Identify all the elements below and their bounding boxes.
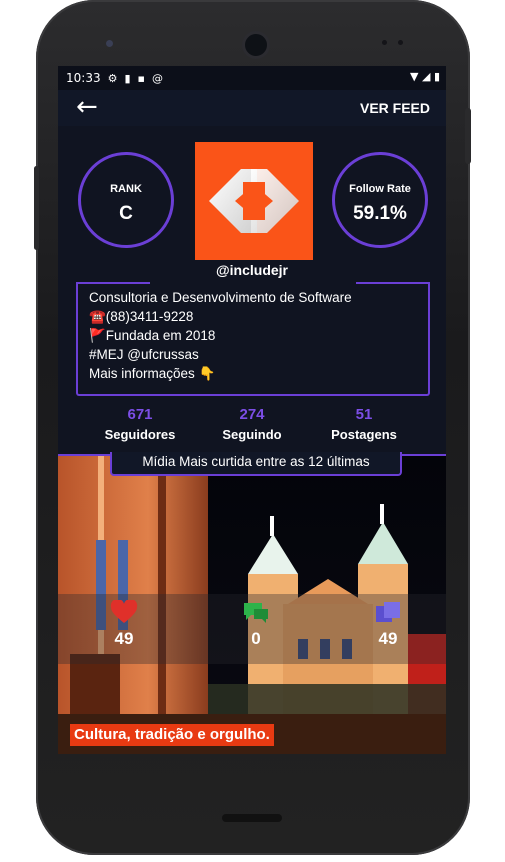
follow-rate-circle: Follow Rate 59.1% <box>332 152 428 248</box>
status-time: 10:33 <box>66 71 101 85</box>
profile-logo <box>195 142 313 260</box>
rank-circle: RANK C <box>78 152 174 248</box>
sim-icon: ▮ <box>124 71 131 85</box>
bio-line: ☎️(88)3411-9228 <box>89 309 194 324</box>
stat-postagens[interactable]: 51 Postagens <box>314 406 414 442</box>
follow-rate-value: 59.1% <box>353 203 407 224</box>
back-arrow-icon[interactable]: ← <box>76 94 98 120</box>
stat-number: 671 <box>127 406 153 423</box>
saves-stat: 49 <box>358 600 418 649</box>
rank-label: RANK <box>110 183 142 195</box>
sdcard-icon: ▪ <box>137 71 145 85</box>
stat-seguidores[interactable]: 671 Seguidores <box>90 406 190 442</box>
battery-icon: ▮ <box>433 70 440 83</box>
stat-number: 274 <box>239 406 265 423</box>
app-screen: 10:33 ⚙ ▮ ▪ @ ▼ ◢ ▮ ← VER FEED RANK C Fo… <box>58 66 446 754</box>
bio-line: Mais informações 👇 <box>89 366 216 381</box>
sensor <box>106 40 113 47</box>
rank-value: C <box>119 203 133 224</box>
top-media-post[interactable]: 49 0 49 Cultura, tradição e orgulho. <box>58 454 446 754</box>
bio-line: Consultoria e Desenvolvimento de Softwar… <box>89 290 352 305</box>
sensor-right-1 <box>382 40 387 45</box>
code-brackets-icon <box>209 169 299 233</box>
at-icon: @ <box>152 71 163 85</box>
stat-label: Seguidores <box>104 427 176 442</box>
stat-label: Postagens <box>331 427 397 442</box>
follow-rate-label: Follow Rate <box>349 183 411 195</box>
media-caption: Cultura, tradição e orgulho. <box>70 724 274 746</box>
comments-stat: 0 <box>226 600 286 649</box>
save-icon <box>376 602 400 622</box>
volume-button <box>34 166 39 250</box>
app-bar: ← VER FEED <box>58 90 446 126</box>
status-right: ▼ ◢ ▮ <box>410 70 440 83</box>
heart-icon <box>110 598 138 623</box>
stat-number: 51 <box>355 406 373 423</box>
comment-icon <box>244 603 268 623</box>
status-bar: 10:33 ⚙ ▮ ▪ @ ▼ ◢ ▮ <box>58 66 446 90</box>
stat-seguindo[interactable]: 274 Seguindo <box>202 406 302 442</box>
bottom-speaker <box>222 814 282 822</box>
comments-count: 0 <box>251 629 261 648</box>
power-button <box>465 108 471 164</box>
wifi-icon: ▼ <box>410 70 419 83</box>
bio-line: #MEJ @ufcrussas <box>89 347 199 362</box>
gear-icon: ⚙ <box>107 71 118 85</box>
sensor-right-2 <box>398 40 403 45</box>
likes-stat: 49 <box>94 598 154 649</box>
saves-count: 49 <box>378 629 398 648</box>
signal-icon: ◢ <box>421 70 431 83</box>
bio-line: 🚩Fundada em 2018 <box>89 328 216 343</box>
likes-count: 49 <box>114 629 134 648</box>
top-media-banner: Mídia Mais curtida entre as 12 últimas <box>110 452 402 476</box>
stat-label: Seguindo <box>222 427 282 442</box>
profile-handle: @includejr <box>216 262 288 278</box>
bio-box: Consultoria e Desenvolvimento de Softwar… <box>76 282 430 396</box>
front-camera <box>242 31 270 59</box>
ver-feed-button[interactable]: VER FEED <box>360 100 430 116</box>
